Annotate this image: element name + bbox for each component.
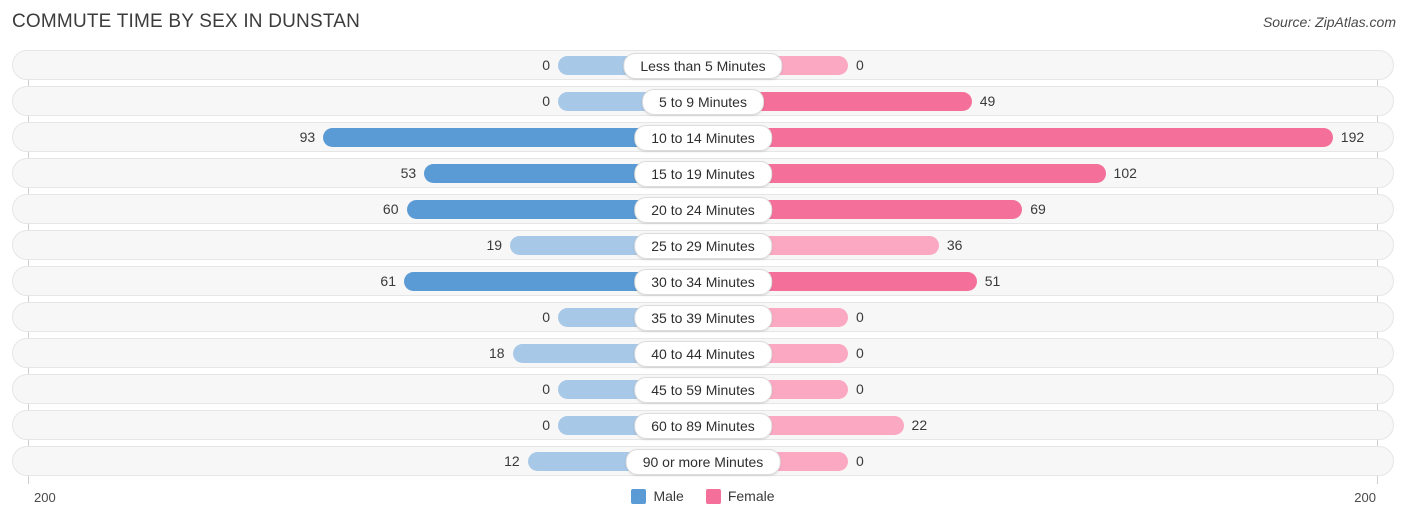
category-label-pill: 20 to 24 Minutes — [634, 197, 772, 223]
table-row: 19 36 25 to 29 Minutes — [0, 230, 1406, 260]
table-row: 93 192 10 to 14 Minutes — [0, 122, 1406, 152]
table-row: 0 0 Less than 5 Minutes — [0, 50, 1406, 80]
category-label-pill: 15 to 19 Minutes — [634, 161, 772, 187]
value-label-male: 0 — [542, 417, 550, 433]
value-label-male: 53 — [400, 165, 417, 181]
legend-item-label: Male — [653, 488, 684, 504]
source-attribution: Source: ZipAtlas.com — [1262, 14, 1396, 30]
legend-male[interactable]: Male — [631, 488, 684, 504]
category-label-pill: 35 to 39 Minutes — [634, 305, 772, 331]
table-row: 18 0 40 to 44 Minutes — [0, 338, 1406, 368]
value-label-female: 0 — [856, 345, 864, 361]
value-label-female: 49 — [979, 93, 996, 109]
bar-female[interactable] — [703, 128, 1333, 147]
category-label-pill: 10 to 14 Minutes — [634, 125, 772, 151]
legend-swatch-icon — [631, 488, 647, 504]
value-label-female: 192 — [1340, 129, 1365, 145]
value-label-male: 93 — [299, 129, 316, 145]
value-label-male: 12 — [504, 453, 520, 469]
table-row: 0 49 5 to 9 Minutes — [0, 86, 1406, 116]
table-row: 0 0 45 to 59 Minutes — [0, 374, 1406, 404]
legend-female[interactable]: Female — [705, 488, 775, 504]
bar-rows: 0 0 Less than 5 Minutes 0 49 5 to 9 Minutes 93… — [0, 50, 1406, 482]
table-row: 0 22 60 to 89 Minutes — [0, 410, 1406, 440]
legend-swatch-icon — [705, 488, 721, 504]
chart-legend: Male Female — [0, 488, 1406, 504]
chart-footer: 200 200 Male Female — [0, 484, 1406, 523]
value-label-male: 0 — [542, 93, 550, 109]
category-label-pill: 30 to 34 Minutes — [634, 269, 772, 295]
value-label-female: 51 — [984, 273, 1001, 289]
category-label-pill: 25 to 29 Minutes — [634, 233, 772, 259]
value-label-female: 0 — [856, 453, 864, 469]
value-label-male: 0 — [542, 57, 550, 73]
value-label-female: 0 — [856, 57, 864, 73]
value-label-female: 0 — [856, 309, 864, 325]
category-label-pill: 90 or more Minutes — [625, 449, 781, 475]
page-title: COMMUTE TIME BY SEX IN DUNSTAN — [12, 11, 361, 32]
category-label-pill: 5 to 9 Minutes — [642, 89, 764, 115]
table-row: 60 69 20 to 24 Minutes — [0, 194, 1406, 224]
value-label-female: 69 — [1030, 201, 1046, 217]
category-label-pill: 60 to 89 Minutes — [634, 413, 772, 439]
value-label-male: 18 — [488, 345, 505, 361]
table-row: 0 0 35 to 39 Minutes — [0, 302, 1406, 332]
table-row: 61 51 30 to 34 Minutes — [0, 266, 1406, 296]
table-row: 53 102 15 to 19 Minutes — [0, 158, 1406, 188]
value-label-female: 22 — [911, 417, 928, 433]
category-label-pill: 45 to 59 Minutes — [634, 377, 772, 403]
value-label-male: 0 — [542, 381, 550, 397]
value-label-male: 0 — [542, 309, 550, 325]
table-row: 12 0 90 or more Minutes — [0, 446, 1406, 476]
value-label-male: 60 — [382, 201, 399, 217]
chart-page: COMMUTE TIME BY SEX IN DUNSTAN Source: Z… — [0, 0, 1406, 523]
chart-header: COMMUTE TIME BY SEX IN DUNSTAN Source: Z… — [0, 0, 1406, 46]
value-label-female: 36 — [946, 237, 963, 253]
value-label-female: 0 — [856, 381, 864, 397]
value-label-male: 61 — [380, 273, 396, 289]
value-label-male: 19 — [486, 237, 503, 253]
category-label-pill: Less than 5 Minutes — [623, 53, 783, 79]
category-label-pill: 40 to 44 Minutes — [634, 341, 772, 367]
plot-area: 0 0 Less than 5 Minutes 0 49 5 to 9 Minutes 93… — [0, 50, 1406, 484]
value-label-female: 102 — [1113, 165, 1137, 181]
legend-item-label: Female — [727, 488, 775, 504]
